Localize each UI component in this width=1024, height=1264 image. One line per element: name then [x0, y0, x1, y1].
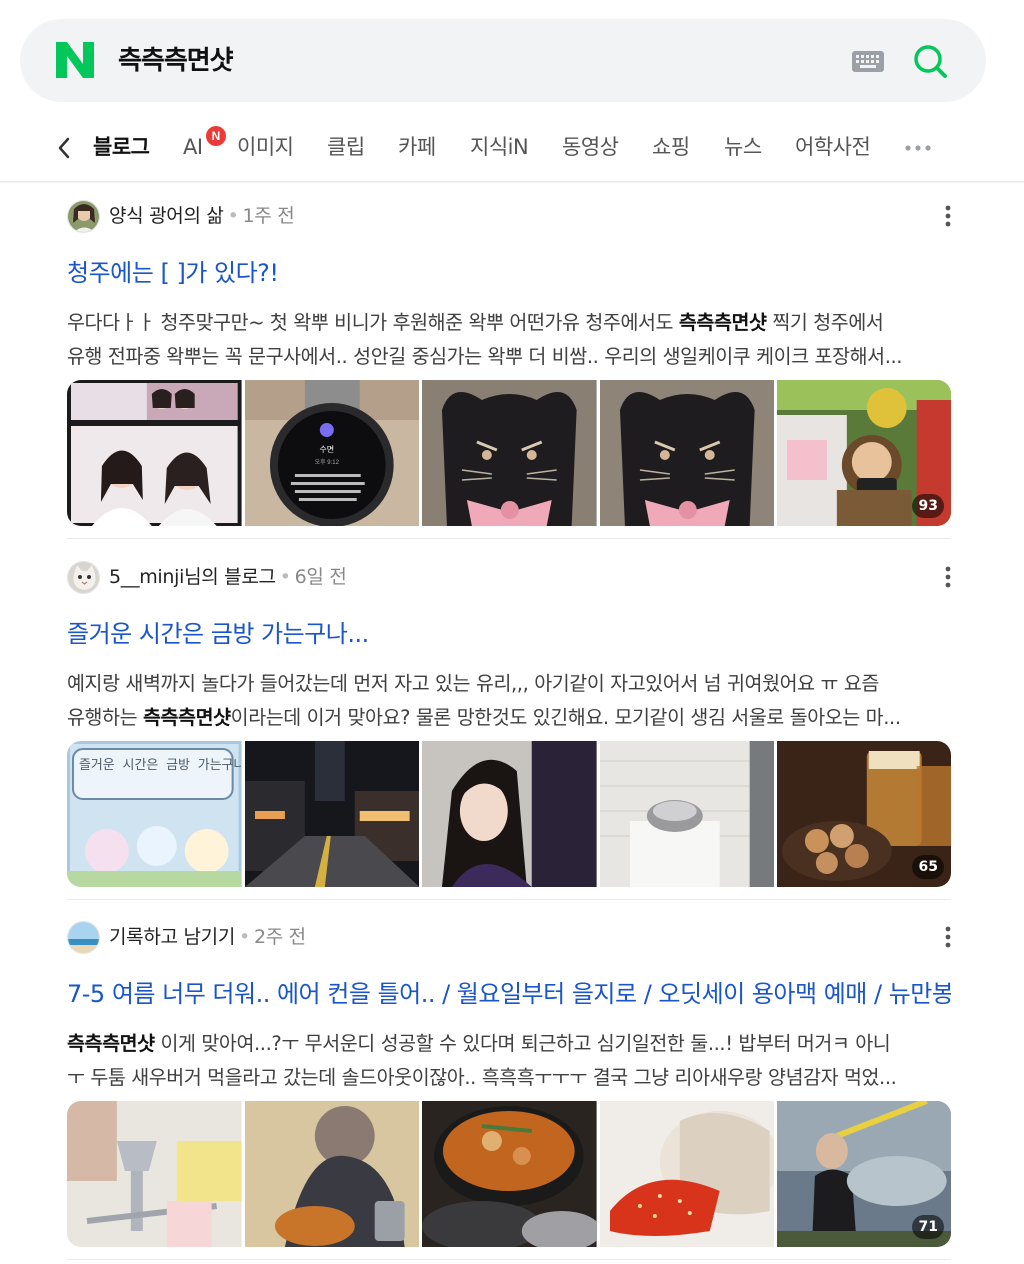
tab-video[interactable]: 동영상 — [562, 132, 619, 162]
tab-ai[interactable]: AI — [183, 132, 203, 162]
thumbnail-photo[interactable] — [244, 1101, 420, 1247]
post-description[interactable]: 측측측면샷 이게 맞아여...?ㅜ 무서운디 성공할 수 있다며 퇴근하고 심기… — [67, 1027, 951, 1095]
thumbnail-photo[interactable] — [244, 741, 420, 887]
keyword-highlight: 측측측면샷 — [142, 706, 231, 729]
thumbnail-photo[interactable]: 수면 오후 9:12 — [244, 380, 420, 526]
thumbnail-photo[interactable]: 93 — [777, 380, 951, 526]
post-description[interactable]: 예지랑 새벽까지 놀다가 들어갔는데 먼저 자고 있는 유리,,, 아기같이 자… — [67, 667, 951, 735]
thumbnail-photo[interactable]: 65 — [777, 741, 951, 887]
thumbnail-photo[interactable] — [599, 1101, 775, 1247]
keyboard-icon[interactable] — [852, 51, 884, 72]
watch-screen-time: 오후 9:12 — [314, 458, 339, 466]
thumbnail-photo[interactable] — [599, 741, 775, 887]
photo-count-badge: 71 — [912, 1215, 944, 1239]
photo-count-badge: 93 — [912, 494, 944, 518]
result-divider — [67, 899, 951, 900]
blog-author[interactable]: 기록하고 남기기 — [109, 926, 235, 948]
search-query[interactable]: 측측측면샷 — [118, 43, 234, 79]
thumbnail-photo[interactable] — [422, 380, 597, 526]
tab-clips[interactable]: 클립 — [327, 132, 365, 162]
post-description[interactable]: 우다다ㅏㅏ 청주맞구만~ 첫 왁뿌 비니가 후원해준 왁뿌 어떤가유 청주에서도… — [67, 306, 951, 374]
photo-count-badge: 65 — [912, 855, 944, 879]
naver-logo[interactable] — [56, 42, 94, 78]
post-date: 1주 전 — [242, 205, 295, 227]
blog-author[interactable]: 5__minji님의 블로그 — [109, 566, 276, 588]
thumbnail-photo[interactable] — [422, 741, 597, 887]
keyword-highlight: 측측측면샷 — [67, 1032, 155, 1055]
thumbnail-photo[interactable] — [67, 380, 242, 526]
tab-divider — [0, 181, 1024, 183]
more-dots-icon[interactable] — [904, 144, 932, 152]
kebab-menu-icon[interactable] — [945, 566, 951, 588]
result-divider — [67, 1259, 951, 1260]
tab-news[interactable]: 뉴스 — [724, 132, 762, 162]
game-speech-text: 즐거운 시간은 금방 가는구나... — [79, 758, 242, 773]
tab-dictionary[interactable]: 어학사전 — [795, 132, 871, 162]
avatar[interactable] — [67, 921, 100, 954]
tab-blog[interactable]: 블로그 — [93, 132, 150, 162]
thumbnail-photo[interactable] — [67, 1101, 242, 1247]
thumbnail-strip[interactable]: 즐거운 시간은 금방 가는구나... — [67, 741, 951, 887]
tab-shopping[interactable]: 쇼핑 — [652, 132, 690, 162]
post-date: 6일 전 — [294, 566, 347, 588]
kebab-menu-icon[interactable] — [945, 926, 951, 948]
thumbnail-photo[interactable]: 즐거운 시간은 금방 가는구나... — [67, 741, 242, 887]
kebab-menu-icon[interactable] — [945, 205, 951, 227]
thumbnail-photo[interactable] — [599, 380, 775, 526]
blog-result-2: 5__minji님의 블로그 • 6일 전 즐거운 시간은 금방 가는구나... 예… — [67, 561, 951, 891]
chevron-left-icon[interactable] — [56, 136, 72, 160]
ai-new-badge: N — [206, 126, 226, 146]
thumbnail-strip[interactable]: 수면 오후 9:12 93 — [67, 380, 951, 526]
keyword-highlight: 측측측면샷 — [678, 311, 767, 334]
result-divider — [67, 538, 951, 539]
blog-result-1: 양식 광어의 삶 • 1주 전 청주에는 [ ]가 있다?! 우다다ㅏㅏ 청주맞구만… — [67, 200, 951, 530]
post-title[interactable]: 7-5 여름 너무 더워.. 에어 컨을 틀어.. / 월요일부터 을지로 / … — [67, 977, 951, 1011]
blog-author[interactable]: 양식 광어의 삶 — [109, 205, 224, 227]
blog-result-3: 기록하고 남기기 • 2주 전 7-5 여름 너무 더워.. 에어 컨을 틀어.. … — [67, 921, 951, 1251]
search-bar[interactable]: 측측측면샷 — [20, 19, 986, 102]
watch-screen-title: 수면 — [319, 444, 334, 454]
thumbnail-photo[interactable] — [422, 1101, 597, 1247]
post-title[interactable]: 즐거운 시간은 금방 가는구나... — [67, 617, 951, 651]
tab-kin[interactable]: 지식iN — [470, 132, 529, 162]
thumbnail-strip[interactable]: 71 — [67, 1101, 951, 1247]
post-date: 2주 전 — [253, 926, 306, 948]
post-title[interactable]: 청주에는 [ ]가 있다?! — [67, 256, 951, 290]
search-tabs: 블로그 AI 이미지 클립 카페 지식iN 동영상 쇼핑 뉴스 어학사전 — [0, 118, 1024, 180]
avatar[interactable] — [67, 200, 100, 233]
avatar[interactable] — [67, 561, 100, 594]
thumbnail-photo[interactable]: 71 — [777, 1101, 951, 1247]
search-icon[interactable] — [912, 43, 948, 79]
tab-cafe[interactable]: 카페 — [398, 132, 436, 162]
tab-images[interactable]: 이미지 — [237, 132, 294, 162]
